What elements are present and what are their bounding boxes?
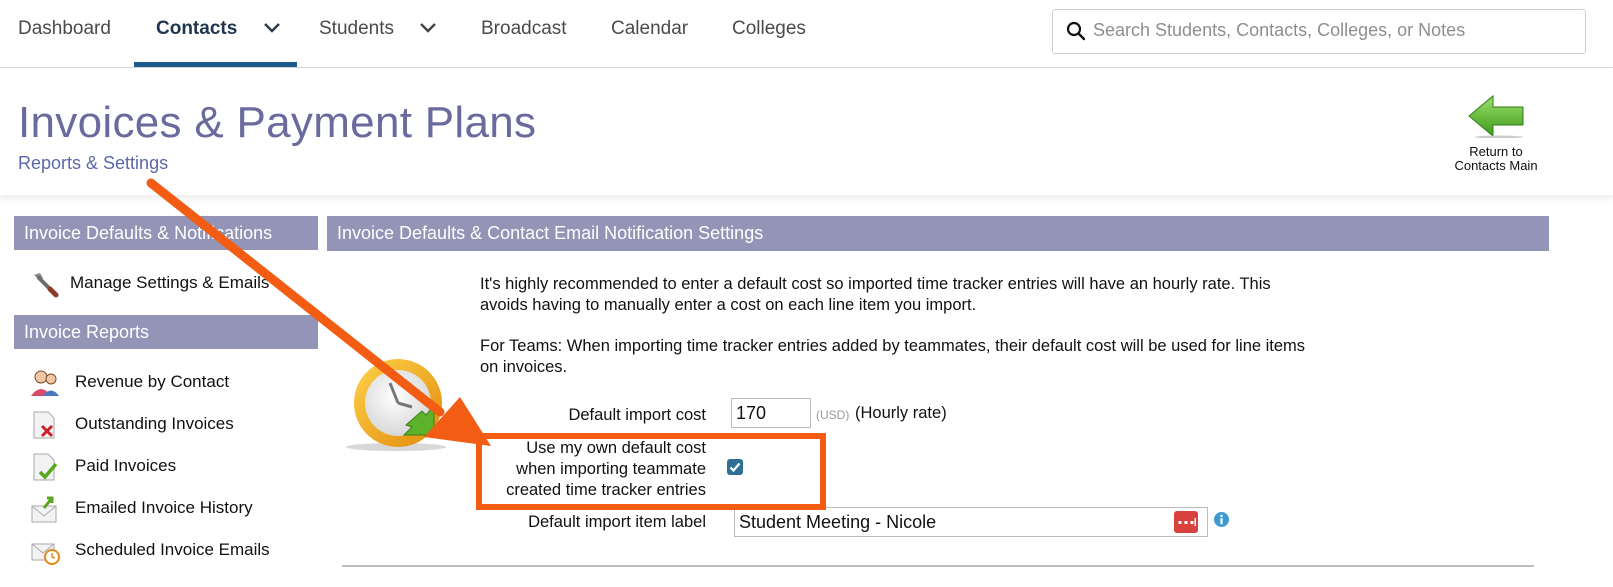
search-bar[interactable]: Search Students, Contacts, Colleges, or … [1052,9,1586,54]
sidebar-item-label: Manage Settings & Emails [70,273,270,292]
return-to-contacts-button[interactable]: Return to Contacts Main [1446,94,1546,173]
description-line: avoids having to manually enter a cost o… [480,296,977,314]
sidebar-item-label: Paid Invoices [75,456,177,475]
invoice-x-icon [30,410,60,440]
sidebar-section-invoice-reports: Invoice Reports [14,315,318,349]
users-icon [30,368,60,398]
description-line: It's highly recommended to enter a defau… [480,275,1271,293]
default-import-cost-label: Default import cost [568,406,706,424]
nav-dashboard-label: Dashboard [18,18,111,39]
teams-description: For Teams: When importing time tracker e… [480,336,1340,378]
info-icon[interactable] [1213,511,1230,528]
annotation-highlight-box [476,433,826,510]
wrench-icon [30,269,60,299]
return-label-line2: Contacts Main [1454,158,1538,173]
nav-contacts[interactable]: Contacts [134,0,297,67]
description-line: on invoices. [480,358,568,376]
search-icon [1066,21,1086,46]
description-line: For Teams: When importing time tracker e… [480,337,1306,355]
more-options-button[interactable] [1174,511,1198,533]
email-clock-icon [30,536,60,566]
nav-broadcast[interactable]: Broadcast [481,0,567,67]
nav-students-label: Students [319,18,394,39]
chevron-down-icon[interactable] [263,0,281,57]
sidebar-section-invoice-defaults: Invoice Defaults & Notifications [14,216,318,250]
default-cost-description: It's highly recommended to enter a defau… [480,274,1340,316]
sidebar-item-label: Revenue by Contact [75,372,230,391]
default-import-item-label-label: Default import item label [528,513,706,531]
green-left-arrow-icon [1467,94,1525,142]
nav-students[interactable]: Students [319,0,437,67]
nav-colleges[interactable]: Colleges [732,0,806,67]
clock-import-icon [346,355,456,460]
nav-dashboard[interactable]: Dashboard [18,0,111,67]
page-header: Invoices & Payment Plans Reports & Setti… [0,68,1613,195]
top-navigation: Dashboard Contacts Students Broadcast Ca… [0,0,1613,68]
page-title: Invoices & Payment Plans [18,98,537,147]
sidebar-item-label: Scheduled Invoice Emails [75,540,270,559]
section-divider [342,565,1534,567]
settings-section-header: Invoice Defaults & Contact Email Notific… [327,216,1549,251]
return-label-line1: Return to [1469,144,1523,159]
page-subtitle: Reports & Settings [18,153,169,173]
invoice-check-icon [30,452,60,482]
nav-broadcast-label: Broadcast [481,18,567,39]
sidebar-item-label: Outstanding Invoices [75,414,234,433]
nav-contacts-label: Contacts [156,18,238,39]
search-input[interactable]: Search Students, Contacts, Colleges, or … [1093,10,1465,51]
nav-calendar-label: Calendar [611,18,689,39]
default-import-item-label-input[interactable] [734,507,1208,537]
nav-colleges-label: Colleges [732,18,806,39]
chevron-down-icon[interactable] [419,0,437,57]
currency-label: (USD) [816,408,850,422]
default-import-cost-input[interactable] [731,398,811,428]
email-arrow-icon [30,494,60,524]
hourly-rate-label: (Hourly rate) [855,404,947,422]
sidebar-item-label: Emailed Invoice History [75,498,253,517]
nav-calendar[interactable]: Calendar [611,0,688,67]
